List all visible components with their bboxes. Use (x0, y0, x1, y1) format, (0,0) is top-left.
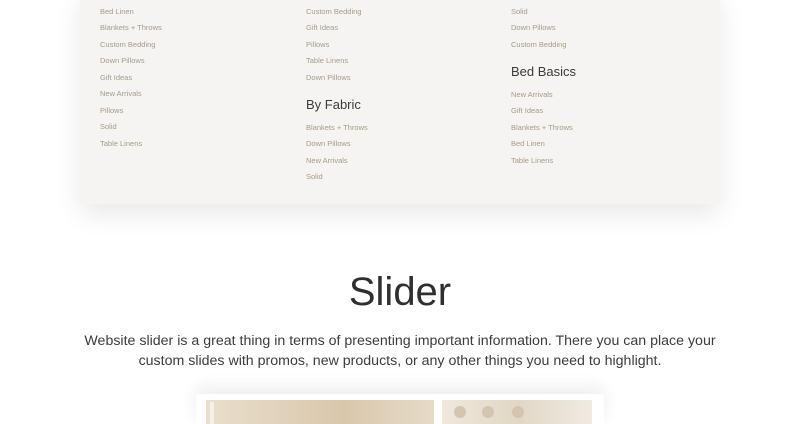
menu-link[interactable]: Table Linens (511, 157, 553, 165)
menu-link[interactable]: Blankets + Throws (306, 124, 368, 132)
menu-link[interactable]: Down Pillows (511, 24, 556, 32)
menu-link[interactable]: New Arrivals (100, 90, 142, 98)
menu-link[interactable]: Solid (306, 173, 323, 181)
menu-link[interactable]: New Arrivals (511, 91, 553, 99)
menu-link[interactable]: Down Pillows (306, 140, 351, 148)
slide-image (206, 400, 434, 424)
menu-link[interactable]: Table Linens (100, 140, 142, 148)
slide-image-detail (454, 406, 466, 418)
menu-link[interactable]: Down Pillows (306, 74, 351, 82)
slide-image-detail (210, 402, 214, 424)
slider-preview (196, 394, 604, 424)
menu-link[interactable]: Gift Ideas (511, 107, 543, 115)
menu-link[interactable]: Down Pillows (100, 57, 145, 65)
section-title: Slider (348, 270, 452, 314)
menu-link[interactable]: Blankets + Throws (100, 24, 162, 32)
menu-heading-by-fabric[interactable]: By Fabric (306, 98, 361, 111)
menu-link[interactable]: Custom Bedding (306, 8, 361, 16)
menu-link[interactable]: Bed Linen (511, 140, 545, 148)
menu-link[interactable]: Solid (100, 123, 117, 131)
mega-menu-panel (80, 0, 720, 204)
menu-link[interactable]: Pillows (100, 107, 123, 115)
menu-link[interactable]: Custom Bedding (511, 41, 566, 49)
menu-link[interactable]: Pillows (306, 41, 329, 49)
slide-image (442, 400, 592, 424)
menu-link[interactable]: Gift Ideas (100, 74, 132, 82)
menu-link[interactable]: Table Linens (306, 57, 348, 65)
section-description: Website slider is a great thing in terms… (84, 333, 716, 369)
slide-image-detail (512, 406, 524, 418)
menu-link[interactable]: New Arrivals (306, 157, 348, 165)
slide-image-detail (482, 406, 494, 418)
menu-link[interactable]: Bed Linen (100, 8, 134, 16)
menu-heading-bed-basics[interactable]: Bed Basics (511, 65, 576, 78)
menu-link[interactable]: Solid (511, 8, 528, 16)
menu-link[interactable]: Blankets + Throws (511, 124, 573, 132)
menu-link[interactable]: Custom Bedding (100, 41, 155, 49)
menu-link[interactable]: Gift Ideas (306, 24, 338, 32)
